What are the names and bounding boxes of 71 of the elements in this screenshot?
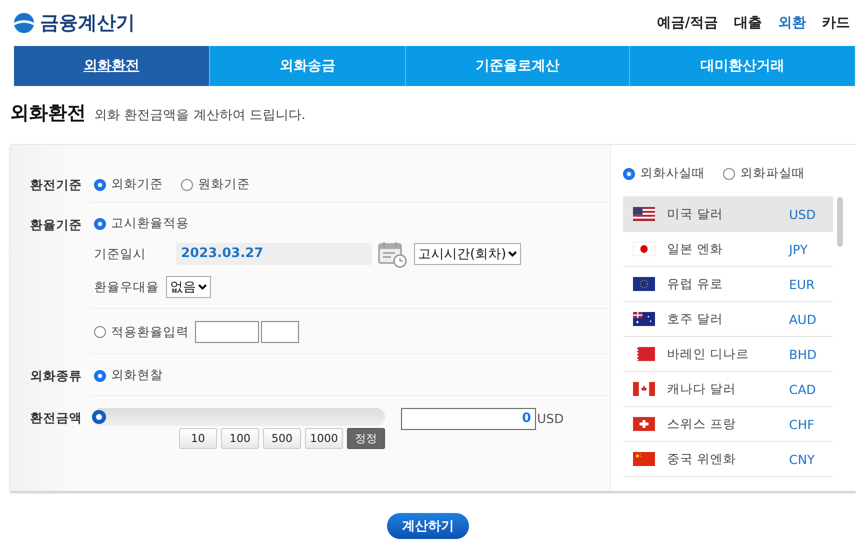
amount-field[interactable]: 0 — [401, 408, 536, 430]
radio-button[interactable] — [94, 178, 106, 190]
flag-icon — [633, 452, 655, 466]
rate-preference-select[interactable]: 없음 — [166, 276, 211, 298]
caret-icon — [198, 284, 207, 290]
flag-icon — [633, 242, 655, 256]
flag-icon — [633, 207, 655, 221]
rate-decimal-field[interactable] — [261, 321, 299, 343]
field-label: 기준일시 — [94, 246, 147, 262]
radio-option[interactable]: 외화현찰 — [94, 366, 163, 385]
amount-button[interactable]: 100 — [221, 428, 259, 449]
amount-slider[interactable] — [92, 408, 385, 426]
amount-button[interactable]: 1000 — [305, 428, 343, 449]
flag-icon — [633, 417, 655, 431]
logo-icon — [14, 13, 34, 33]
currency-item[interactable]: 일본 엔화 JPY — [623, 232, 833, 267]
radio-option[interactable]: 외화기준 — [94, 175, 163, 194]
top-menu-link[interactable]: 대출 — [734, 14, 762, 32]
radio-label: 고시환율적용 — [111, 215, 189, 232]
unit-label: USD — [537, 410, 564, 428]
nav-tab[interactable]: 외화환전 — [14, 46, 209, 86]
currency-item[interactable]: 스위스 프랑 CHF — [623, 407, 833, 442]
page-title: 외화환전 — [10, 101, 86, 126]
flag-icon — [633, 312, 655, 326]
amount-button[interactable]: 500 — [263, 428, 301, 449]
radio-button[interactable] — [181, 178, 193, 190]
field-label: 환전기준 — [30, 176, 83, 194]
currency-item[interactable]: 중국 위엔화 CNY — [623, 442, 833, 477]
currency-item[interactable]: 호주 달러 AUD — [623, 302, 833, 337]
radio-option[interactable]: 적용환율입력 — [94, 324, 189, 340]
currency-item[interactable]: 바레인 디나르 BHD — [623, 337, 833, 372]
logo-text: 금융계산기 — [40, 11, 135, 36]
reset-button[interactable]: 정정 — [347, 428, 385, 449]
time-select[interactable]: 고시시간(회차) — [414, 243, 522, 265]
field-label: 외화종류 — [30, 367, 83, 385]
radio-button[interactable] — [94, 218, 106, 230]
field-label: 환전금액 — [30, 409, 83, 427]
currency-item[interactable]: 캐나다 달러 CAD — [623, 372, 833, 407]
date-field[interactable]: 2023.03.27 — [176, 243, 372, 265]
radio-label: 외화사실때 — [640, 165, 705, 182]
radio-option[interactable]: 원화기준 — [181, 175, 250, 194]
top-menu-link[interactable]: 예금/적금 — [656, 14, 718, 32]
radio-label: 외화기준 — [111, 176, 163, 193]
flag-icon — [633, 347, 655, 361]
radio-button[interactable] — [623, 168, 635, 180]
radio-label: 원화기준 — [198, 176, 250, 193]
amount-button[interactable]: 10 — [179, 428, 217, 449]
radio-button[interactable] — [723, 168, 735, 180]
radio-option[interactable]: 외화사실때 — [623, 165, 705, 182]
calculate-button[interactable]: 계산하기 — [387, 513, 469, 539]
field-label: 환율우대율 — [94, 278, 160, 296]
radio-label: 적용환율입력 — [111, 324, 189, 340]
page-subtitle: 외화 환전금액을 계산하여 드립니다. — [94, 107, 306, 124]
currency-item[interactable]: 유럽 유로 EUR — [623, 267, 833, 302]
flag-icon — [633, 277, 655, 291]
radio-label: 외화파실때 — [740, 165, 805, 182]
radio-button[interactable] — [94, 370, 106, 382]
currency-item[interactable]: 미국 달러 USD — [623, 197, 833, 232]
caret-icon — [508, 251, 518, 257]
radio-option[interactable]: 고시환율적용 — [94, 215, 610, 232]
rate-input-field[interactable] — [195, 321, 259, 343]
radio-label: 외화현찰 — [111, 367, 163, 384]
radio-button[interactable] — [94, 326, 106, 338]
radio-option[interactable]: 외화파실때 — [723, 165, 805, 182]
calendar-icon[interactable] — [378, 240, 408, 268]
flag-icon — [633, 382, 655, 396]
field-label: 환율기준 — [30, 216, 83, 234]
top-menu-link[interactable]: 카드 — [822, 14, 850, 32]
top-menu-link[interactable]: 외환 — [778, 14, 806, 32]
slider-thumb[interactable] — [92, 410, 106, 424]
scrollbar[interactable] — [837, 197, 843, 247]
